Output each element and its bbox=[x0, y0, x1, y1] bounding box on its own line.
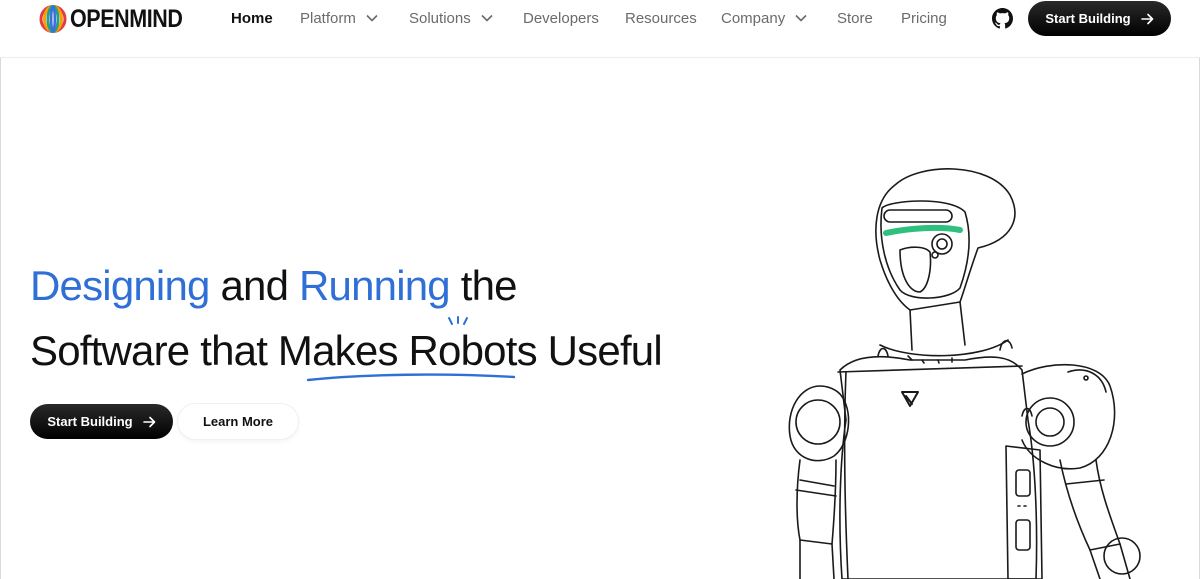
start-building-label: Start Building bbox=[1045, 11, 1131, 26]
robot-left-arm bbox=[796, 459, 837, 545]
nav-pricing-label: Pricing bbox=[901, 9, 947, 27]
chevron-down-icon bbox=[481, 14, 493, 22]
nav-resources-label: Resources bbox=[625, 9, 697, 27]
nav-pricing[interactable]: Pricing bbox=[901, 0, 947, 36]
chevron-down-icon bbox=[795, 14, 807, 22]
arrow-right-icon bbox=[1140, 13, 1153, 24]
hero-start-building-button[interactable]: Start Building bbox=[30, 404, 173, 439]
underline-swoosh-icon bbox=[306, 373, 516, 382]
nav-home-label: Home bbox=[231, 9, 273, 27]
brand-name: OPENMIND bbox=[70, 4, 183, 33]
hero-headline-line-1: Designing and Running the bbox=[30, 262, 518, 310]
nav-solutions[interactable]: Solutions bbox=[409, 0, 493, 36]
learn-more-label: Learn More bbox=[202, 414, 274, 429]
hero-word-designing: Designing bbox=[30, 262, 210, 309]
nav-developers-label: Developers bbox=[523, 9, 599, 27]
humanoid-robot-illustration bbox=[788, 168, 1141, 579]
robot-chest-logo bbox=[901, 391, 919, 407]
nav-solutions-label: Solutions bbox=[409, 9, 471, 27]
nav-platform-label: Platform bbox=[300, 9, 356, 27]
learn-more-button[interactable]: Learn More bbox=[178, 404, 298, 439]
emphasis-marks-icon bbox=[448, 316, 468, 325]
robot-right-arm bbox=[1059, 459, 1121, 551]
robot-visor bbox=[883, 224, 963, 236]
nav-platform[interactable]: Platform bbox=[300, 0, 378, 36]
hero-word-running: Running bbox=[299, 262, 451, 309]
openmind-logo-icon bbox=[39, 5, 67, 33]
nav-company[interactable]: Company bbox=[721, 0, 807, 36]
hero-word-and: and bbox=[209, 262, 300, 309]
arrow-right-icon bbox=[142, 416, 155, 427]
github-icon[interactable] bbox=[992, 8, 1013, 29]
nav-company-label: Company bbox=[721, 9, 786, 27]
chevron-down-icon bbox=[366, 14, 378, 22]
site-header: OPENMIND Home Platform Solutions Develop… bbox=[0, 0, 1200, 58]
nav-store-label: Store bbox=[837, 9, 873, 27]
hero-start-building-label: Start Building bbox=[47, 414, 133, 429]
nav-home[interactable]: Home bbox=[231, 0, 273, 36]
nav-store[interactable]: Store bbox=[837, 0, 873, 36]
hero-word-the: the bbox=[449, 262, 518, 309]
start-building-button[interactable]: Start Building bbox=[1028, 1, 1171, 36]
robot-brow-slot bbox=[883, 209, 953, 223]
brand-logo[interactable]: OPENMIND bbox=[38, 5, 201, 33]
robot-eye-camera bbox=[931, 233, 953, 255]
nav-developers[interactable]: Developers bbox=[523, 0, 599, 36]
nav-resources[interactable]: Resources bbox=[625, 0, 697, 36]
